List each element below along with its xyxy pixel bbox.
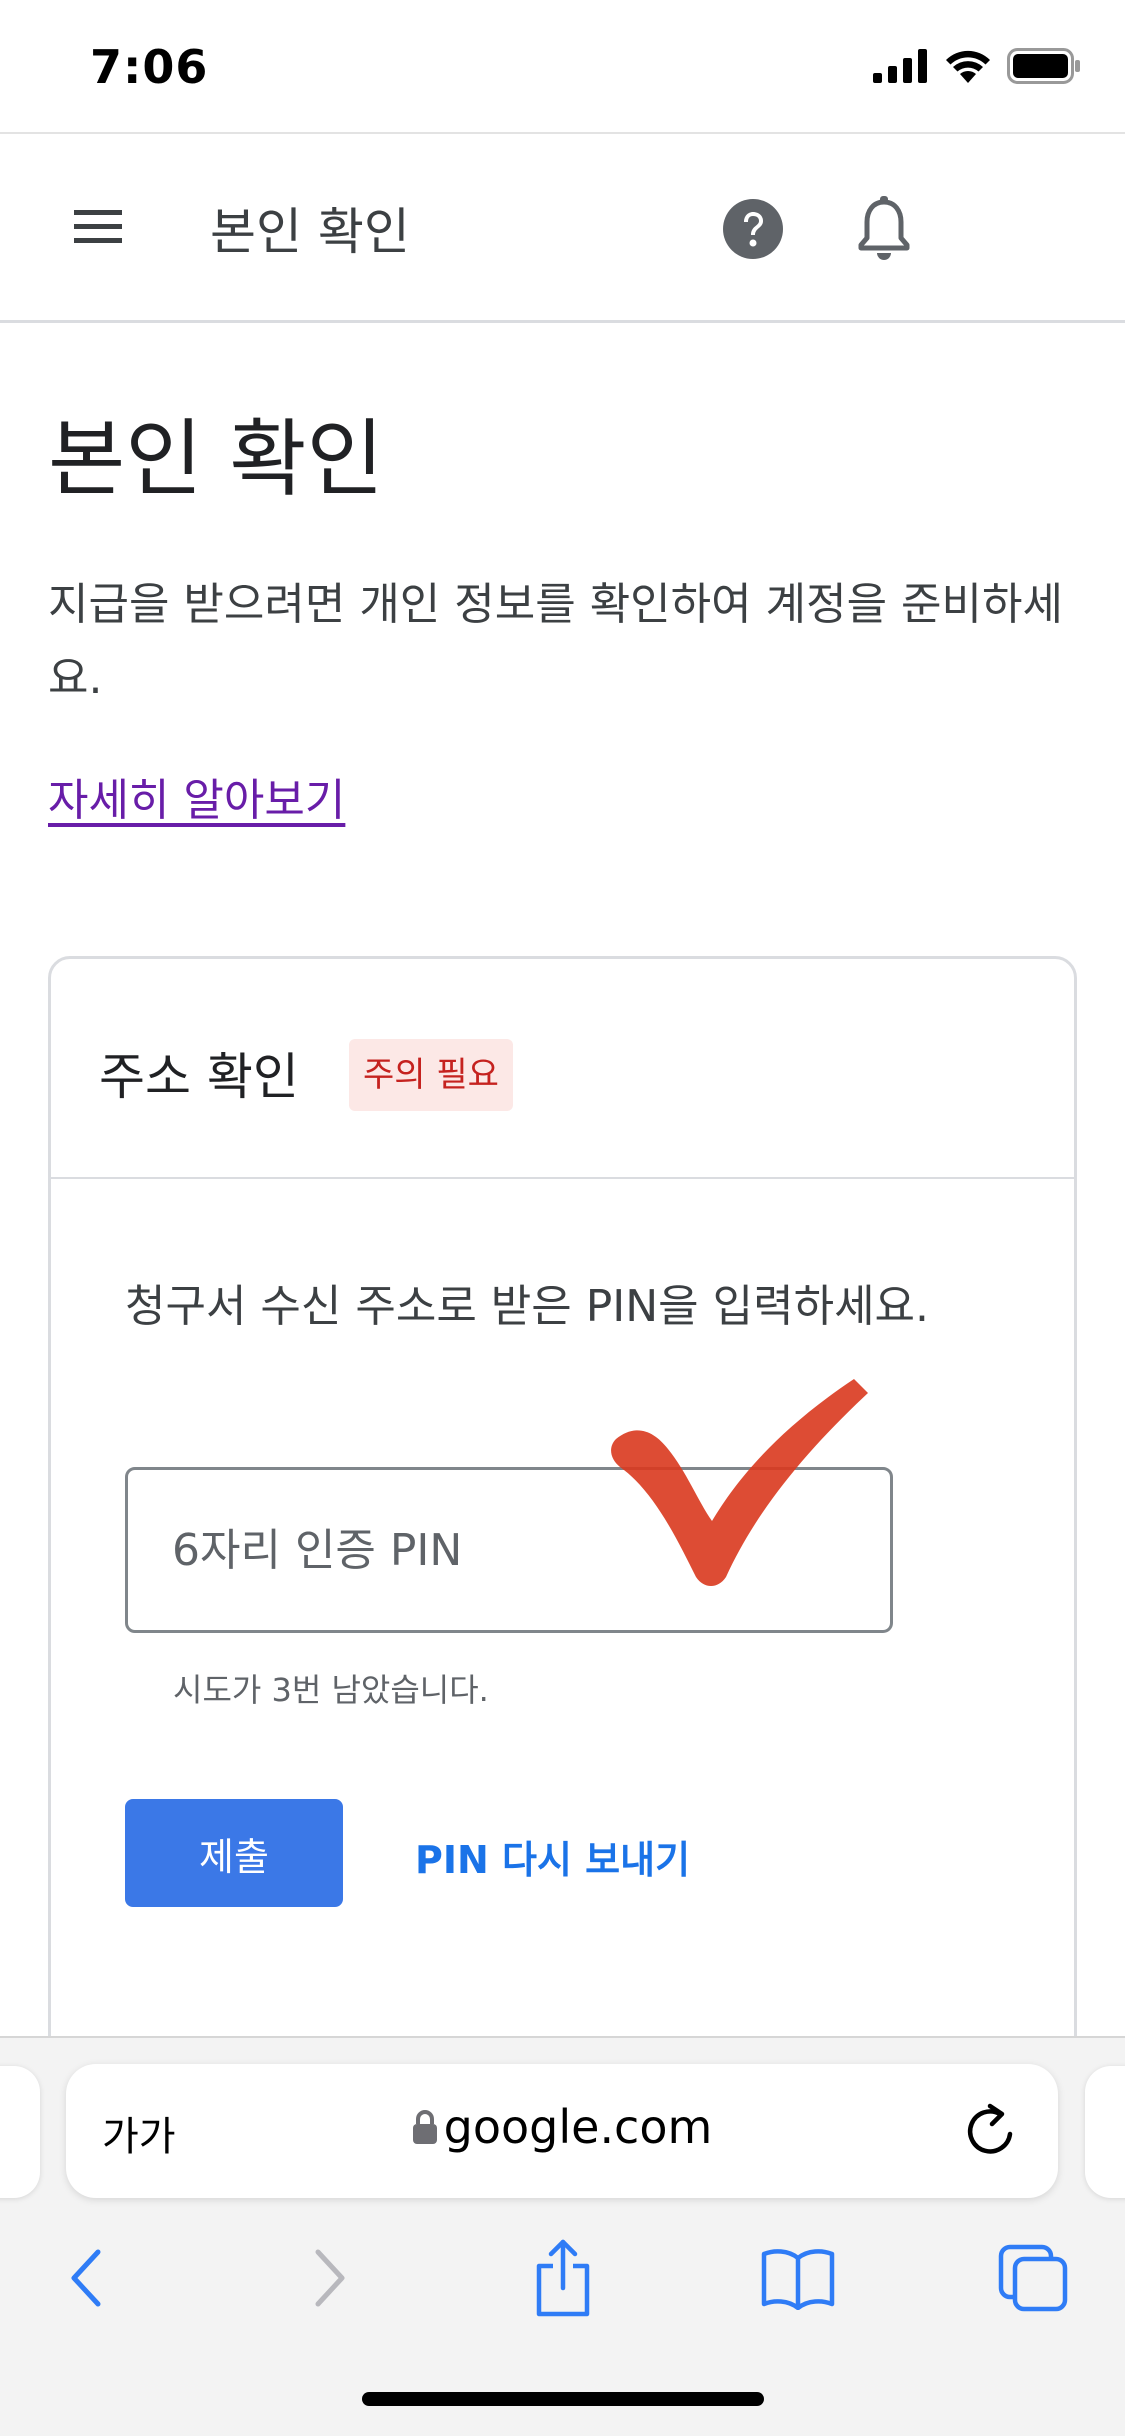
notifications-button[interactable] xyxy=(856,196,912,262)
lock-icon xyxy=(412,2110,437,2144)
help-button[interactable] xyxy=(722,198,784,260)
browser-bottom-bar: 가가 google.com xyxy=(0,2036,1125,2436)
chevron-left-icon xyxy=(71,2249,101,2307)
resend-pin-button[interactable]: PIN 다시 보내기 xyxy=(415,1829,690,1884)
browser-toolbar xyxy=(0,2224,1125,2334)
url-text: google.com xyxy=(443,2100,713,2154)
back-button[interactable] xyxy=(56,2238,116,2318)
menu-button[interactable] xyxy=(66,200,130,254)
address-verification-card: 주소 확인 주의 필요 청구서 수신 주소로 받은 PIN을 입력하세요. 시도… xyxy=(48,956,1077,2156)
help-circle-icon xyxy=(723,199,783,259)
bookmarks-button[interactable] xyxy=(758,2238,838,2318)
card-header: 주소 확인 주의 필요 xyxy=(51,959,1074,1179)
page-title: 본인 확인 xyxy=(48,410,384,508)
share-icon xyxy=(536,2239,590,2317)
reload-icon xyxy=(967,2103,1013,2154)
battery-icon xyxy=(1007,48,1080,84)
app-bar-title: 본인 확인 xyxy=(210,203,410,261)
app-bar: 본인 확인 xyxy=(0,132,1125,323)
card-title: 주소 확인 xyxy=(99,1048,299,1106)
url-display[interactable]: google.com xyxy=(66,2100,1058,2154)
status-icons xyxy=(873,48,1081,84)
pin-instructions: 청구서 수신 주소로 받은 PIN을 입력하세요. xyxy=(125,1281,930,1332)
learn-more-link[interactable]: 자세히 알아보기 xyxy=(48,764,345,828)
tabs-icon xyxy=(998,2244,1068,2312)
attempts-remaining-hint: 시도가 3번 남았습니다. xyxy=(173,1671,489,1709)
status-time: 7:06 xyxy=(90,40,209,94)
chevron-right-icon xyxy=(315,2249,345,2307)
reload-button[interactable] xyxy=(960,2100,1018,2162)
next-tab-preview[interactable] xyxy=(1085,2066,1125,2198)
hamburger-menu-icon xyxy=(74,210,122,243)
page-description: 지급을 받으려면 개인 정보를 확인하여 계정을 준비하세요. xyxy=(48,579,1063,704)
tabs-button[interactable] xyxy=(996,2238,1070,2318)
previous-tab-preview[interactable] xyxy=(0,2066,40,2198)
home-indicator[interactable] xyxy=(362,2392,764,2406)
status-bar: 7:06 xyxy=(0,0,1125,132)
address-bar[interactable]: 가가 google.com xyxy=(66,2064,1058,2198)
open-book-icon xyxy=(761,2249,835,2310)
submit-button[interactable]: 제출 xyxy=(125,1799,343,1907)
attention-needed-badge: 주의 필요 xyxy=(349,1039,513,1111)
bell-icon xyxy=(858,196,910,260)
share-button[interactable] xyxy=(528,2238,598,2318)
cellular-signal-icon xyxy=(873,49,927,83)
forward-button[interactable] xyxy=(300,2238,360,2318)
wifi-icon xyxy=(946,50,990,83)
pin-input[interactable] xyxy=(125,1467,893,1633)
